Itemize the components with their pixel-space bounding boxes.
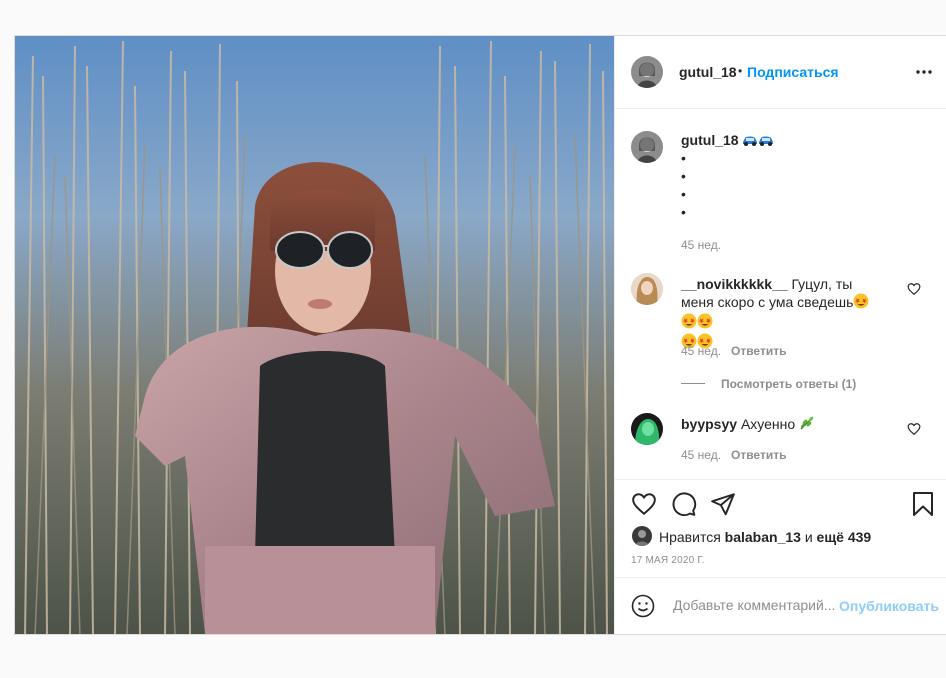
commenter-avatar[interactable]	[631, 413, 663, 445]
commenter-username[interactable]: byypsyy	[681, 416, 737, 432]
post-photo[interactable]	[15, 36, 614, 634]
liker-username[interactable]: balaban_13	[725, 529, 801, 545]
comment-time[interactable]: 45 нед.	[681, 448, 721, 462]
reply-button[interactable]: Ответить	[731, 344, 786, 358]
post-sidebar: gutul_18 • Подписаться gutul_18 • • • • …	[614, 36, 946, 634]
header-separator: •	[738, 64, 743, 78]
car-emoji	[758, 133, 774, 151]
follow-button[interactable]: Подписаться	[747, 64, 839, 80]
post-card: gutul_18 • Подписаться gutul_18 • • • • …	[14, 35, 946, 635]
herb-emoji	[799, 415, 815, 435]
car-emoji	[742, 133, 758, 151]
author-avatar[interactable]	[631, 56, 663, 88]
comment-text: Ахуенно	[740, 416, 796, 432]
likes-prefix: Нравится	[659, 529, 721, 545]
caption-bullet: •	[681, 150, 686, 166]
replies-divider	[681, 383, 705, 384]
comment-input[interactable]	[671, 596, 840, 614]
liker-avatar[interactable]	[632, 526, 652, 546]
commenter-avatar[interactable]	[631, 273, 663, 305]
publish-button[interactable]: Опубликовать	[839, 598, 939, 614]
caption-bullet: •	[681, 186, 686, 202]
caption-avatar[interactable]	[631, 131, 663, 163]
comment-like-icon[interactable]	[907, 282, 921, 296]
star-struck-emoji	[853, 293, 869, 313]
caption-username[interactable]: gutul_18	[681, 132, 739, 148]
reply-button[interactable]: Ответить	[731, 448, 786, 462]
like-icon[interactable]	[631, 491, 657, 517]
post-date[interactable]: 17 МАЯ 2020 Г.	[631, 555, 705, 566]
share-icon[interactable]	[710, 491, 736, 517]
more-horizontal-icon[interactable]	[915, 64, 933, 80]
caption-bullet: •	[681, 168, 686, 184]
post-header: gutul_18 • Подписаться	[615, 36, 946, 109]
comment-icon[interactable]	[671, 491, 697, 517]
bookmark-icon[interactable]	[911, 491, 935, 517]
comment-like-icon[interactable]	[907, 422, 921, 436]
commenter-username[interactable]: __novikkkkkk__	[681, 276, 788, 292]
likes-and: и	[804, 529, 813, 545]
post-actions: Нравится balaban_13 и ещё 439 17 МАЯ 202…	[615, 479, 946, 580]
comment-time[interactable]: 45 нед.	[681, 344, 721, 358]
view-replies-button[interactable]: Посмотреть ответы (1)	[721, 377, 856, 391]
comments-list: gutul_18 • • • • 45 нед. __novikkkkkk__ …	[615, 109, 946, 479]
add-comment-bar: Опубликовать	[615, 577, 946, 634]
author-username[interactable]: gutul_18	[679, 64, 737, 80]
star-struck-emoji	[697, 313, 713, 333]
caption-time[interactable]: 45 нед.	[681, 238, 721, 252]
caption-bullet: •	[681, 204, 686, 220]
star-struck-emoji	[681, 313, 697, 333]
likes-count[interactable]: ещё 439	[817, 529, 872, 545]
emoji-icon[interactable]	[631, 594, 655, 618]
